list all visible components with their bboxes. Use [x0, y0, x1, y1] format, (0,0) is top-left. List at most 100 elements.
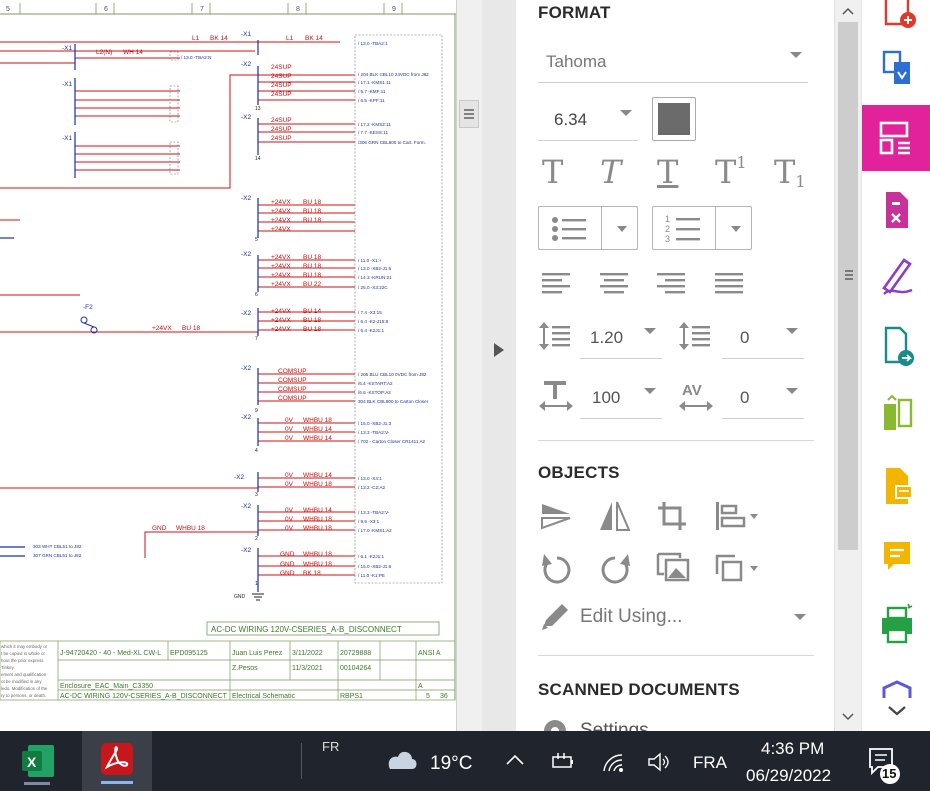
- bold-text-icon[interactable]: T: [542, 153, 563, 191]
- chevron-down-icon: [644, 328, 656, 334]
- temperature[interactable]: 19°C: [430, 753, 472, 775]
- panel-scrollbar[interactable]: [834, 0, 861, 731]
- tb-sheet-name: AC-DC WIRING 120V-CSERIES_A-B_DISCONNECT: [60, 693, 228, 700]
- ref-text: / 7.7 -KESS:11: [358, 130, 388, 135]
- crop-icon[interactable]: [656, 500, 690, 532]
- chevron-down-icon: [786, 388, 798, 394]
- speaker-icon[interactable]: [646, 751, 672, 773]
- numbered-list-dropdown[interactable]: 123: [652, 206, 752, 250]
- acrobat-taskbar-button[interactable]: [82, 731, 152, 791]
- format-title: FORMAT: [538, 3, 611, 22]
- wire-label: WHBU 14: [303, 435, 332, 442]
- edit-pdf-tool[interactable]: [862, 105, 930, 171]
- protect-icon: [882, 680, 912, 698]
- bullet-list-dropdown[interactable]: [538, 206, 638, 250]
- taskbar: X FR 19°C FRA 4:36 PM 06/29/2022 15: [0, 731, 930, 791]
- font-size-dropdown[interactable]: 6.34: [538, 102, 638, 141]
- tb-project: J-94720420 - 40 - Med-XL CW-L: [60, 650, 161, 657]
- add-pdf-icon: [884, 0, 916, 28]
- redact-tool[interactable]: [868, 186, 926, 236]
- comment-icon: [886, 468, 913, 504]
- text-color-swatch[interactable]: [652, 97, 696, 141]
- terminal-label: -X2: [241, 114, 252, 121]
- wire-label: BU 22: [303, 281, 321, 288]
- add-pdf-tool[interactable]: [868, 0, 926, 36]
- show-hidden-icons-chevron-icon[interactable]: [505, 753, 525, 767]
- node-number: 2: [255, 536, 258, 542]
- flip-vertical-icon[interactable]: [540, 500, 574, 532]
- clock-date[interactable]: 06/29/2022: [746, 766, 831, 786]
- ref-text: / 13.0 -XB2-J1:5: [358, 266, 392, 271]
- speech-tool[interactable]: [868, 532, 926, 582]
- scroll-thumb[interactable]: [459, 100, 479, 128]
- settings-row[interactable]: Settings: [538, 716, 738, 731]
- clock-time[interactable]: 4:36 PM: [761, 739, 824, 759]
- line-spacing-value: 1.20: [590, 328, 624, 347]
- italic-text-icon[interactable]: T: [600, 153, 621, 191]
- subscript-icon[interactable]: T1: [774, 153, 806, 191]
- fill-sign-tool[interactable]: [868, 250, 926, 300]
- battery-charging-icon[interactable]: [550, 751, 576, 771]
- chevron-down-icon: [731, 226, 741, 232]
- ref-text: / 11.0 -K1:PE: [358, 573, 385, 578]
- input-language-small[interactable]: FR: [322, 739, 339, 754]
- node-number: 13: [255, 106, 261, 112]
- line-spacing-icon: [539, 322, 570, 350]
- panel-scroll-thumb[interactable]: [838, 22, 858, 550]
- print-production-tool[interactable]: [868, 600, 926, 650]
- supply-label: GND: [280, 551, 295, 558]
- edit-pdf-icon: [879, 121, 910, 155]
- format-panel: FORMAT Tahoma 6.34 T T T T1 T1 123 1.20: [516, 0, 834, 731]
- panel-collapse-strip[interactable]: [482, 0, 516, 731]
- wire-label: BU 18: [303, 272, 321, 279]
- scroll-up-icon[interactable]: [842, 6, 854, 16]
- paragraph-spacing-dropdown[interactable]: 0: [722, 320, 804, 359]
- wire-label: WHBU 18: [303, 561, 332, 568]
- ref-text: /306 GRN CBL800 to Cart. Form.: [358, 140, 426, 145]
- align-right-icon[interactable]: [657, 272, 687, 294]
- scroll-down-icon[interactable]: [842, 712, 854, 722]
- supply-label: +24VX: [271, 272, 291, 279]
- align-objects-icon[interactable]: [714, 500, 760, 532]
- align-left-icon[interactable]: [542, 272, 572, 294]
- expand-arrow-icon[interactable]: [492, 342, 506, 358]
- wire-label: L1: [192, 35, 200, 42]
- wire-label: BU 18: [303, 208, 321, 215]
- character-spacing-icon: AV: [679, 382, 713, 411]
- rotate-right-icon[interactable]: [598, 552, 632, 584]
- ruler-number: 6: [104, 6, 108, 13]
- arrange-icon[interactable]: [714, 552, 760, 584]
- terminal-label: -X2: [241, 414, 252, 421]
- export-pdf-tool[interactable]: [868, 46, 926, 96]
- tb-revision: A: [418, 683, 423, 690]
- document-view[interactable]: 5 6 7 8 9 -X1 -X1 -X1 -X1 -X2 -X2 -X2 -X…: [0, 0, 456, 731]
- protect-tool[interactable]: [868, 668, 926, 698]
- align-justify-icon[interactable]: [715, 272, 745, 294]
- horizontal-scale-dropdown[interactable]: 100: [580, 380, 662, 419]
- send-pdf-tool[interactable]: [868, 322, 926, 372]
- wire-label: WHBU 18: [176, 525, 205, 532]
- compare-tool[interactable]: [868, 392, 926, 442]
- comment-tool[interactable]: [868, 462, 926, 512]
- rotate-left-icon[interactable]: [540, 552, 574, 584]
- weather-cloud-icon[interactable]: [382, 747, 420, 771]
- more-tools-chevron-icon[interactable]: [886, 704, 908, 718]
- document-scrollbar[interactable]: [456, 0, 482, 731]
- flip-horizontal-icon[interactable]: [598, 500, 632, 532]
- tb-date: 3/11/2022: [292, 650, 323, 657]
- excel-taskbar-button[interactable]: X: [14, 739, 60, 785]
- supply-label: 0V: [285, 481, 294, 488]
- align-center-icon[interactable]: [600, 272, 630, 294]
- language-indicator[interactable]: FRA: [693, 753, 727, 773]
- edit-using-dropdown[interactable]: Edit Using...: [538, 596, 814, 638]
- character-spacing-dropdown[interactable]: 0: [722, 380, 804, 419]
- replace-image-icon[interactable]: [656, 552, 692, 584]
- underline-text-icon[interactable]: T: [657, 153, 678, 191]
- superscript-icon[interactable]: T1: [715, 153, 747, 191]
- gear-icon: [544, 720, 566, 731]
- wire-label: WHBU 18: [303, 516, 332, 523]
- notification-center-button[interactable]: 15: [866, 745, 906, 785]
- font-family-dropdown[interactable]: Tahoma: [538, 44, 808, 83]
- line-spacing-dropdown[interactable]: 1.20: [580, 320, 662, 359]
- wifi-icon[interactable]: [600, 751, 626, 773]
